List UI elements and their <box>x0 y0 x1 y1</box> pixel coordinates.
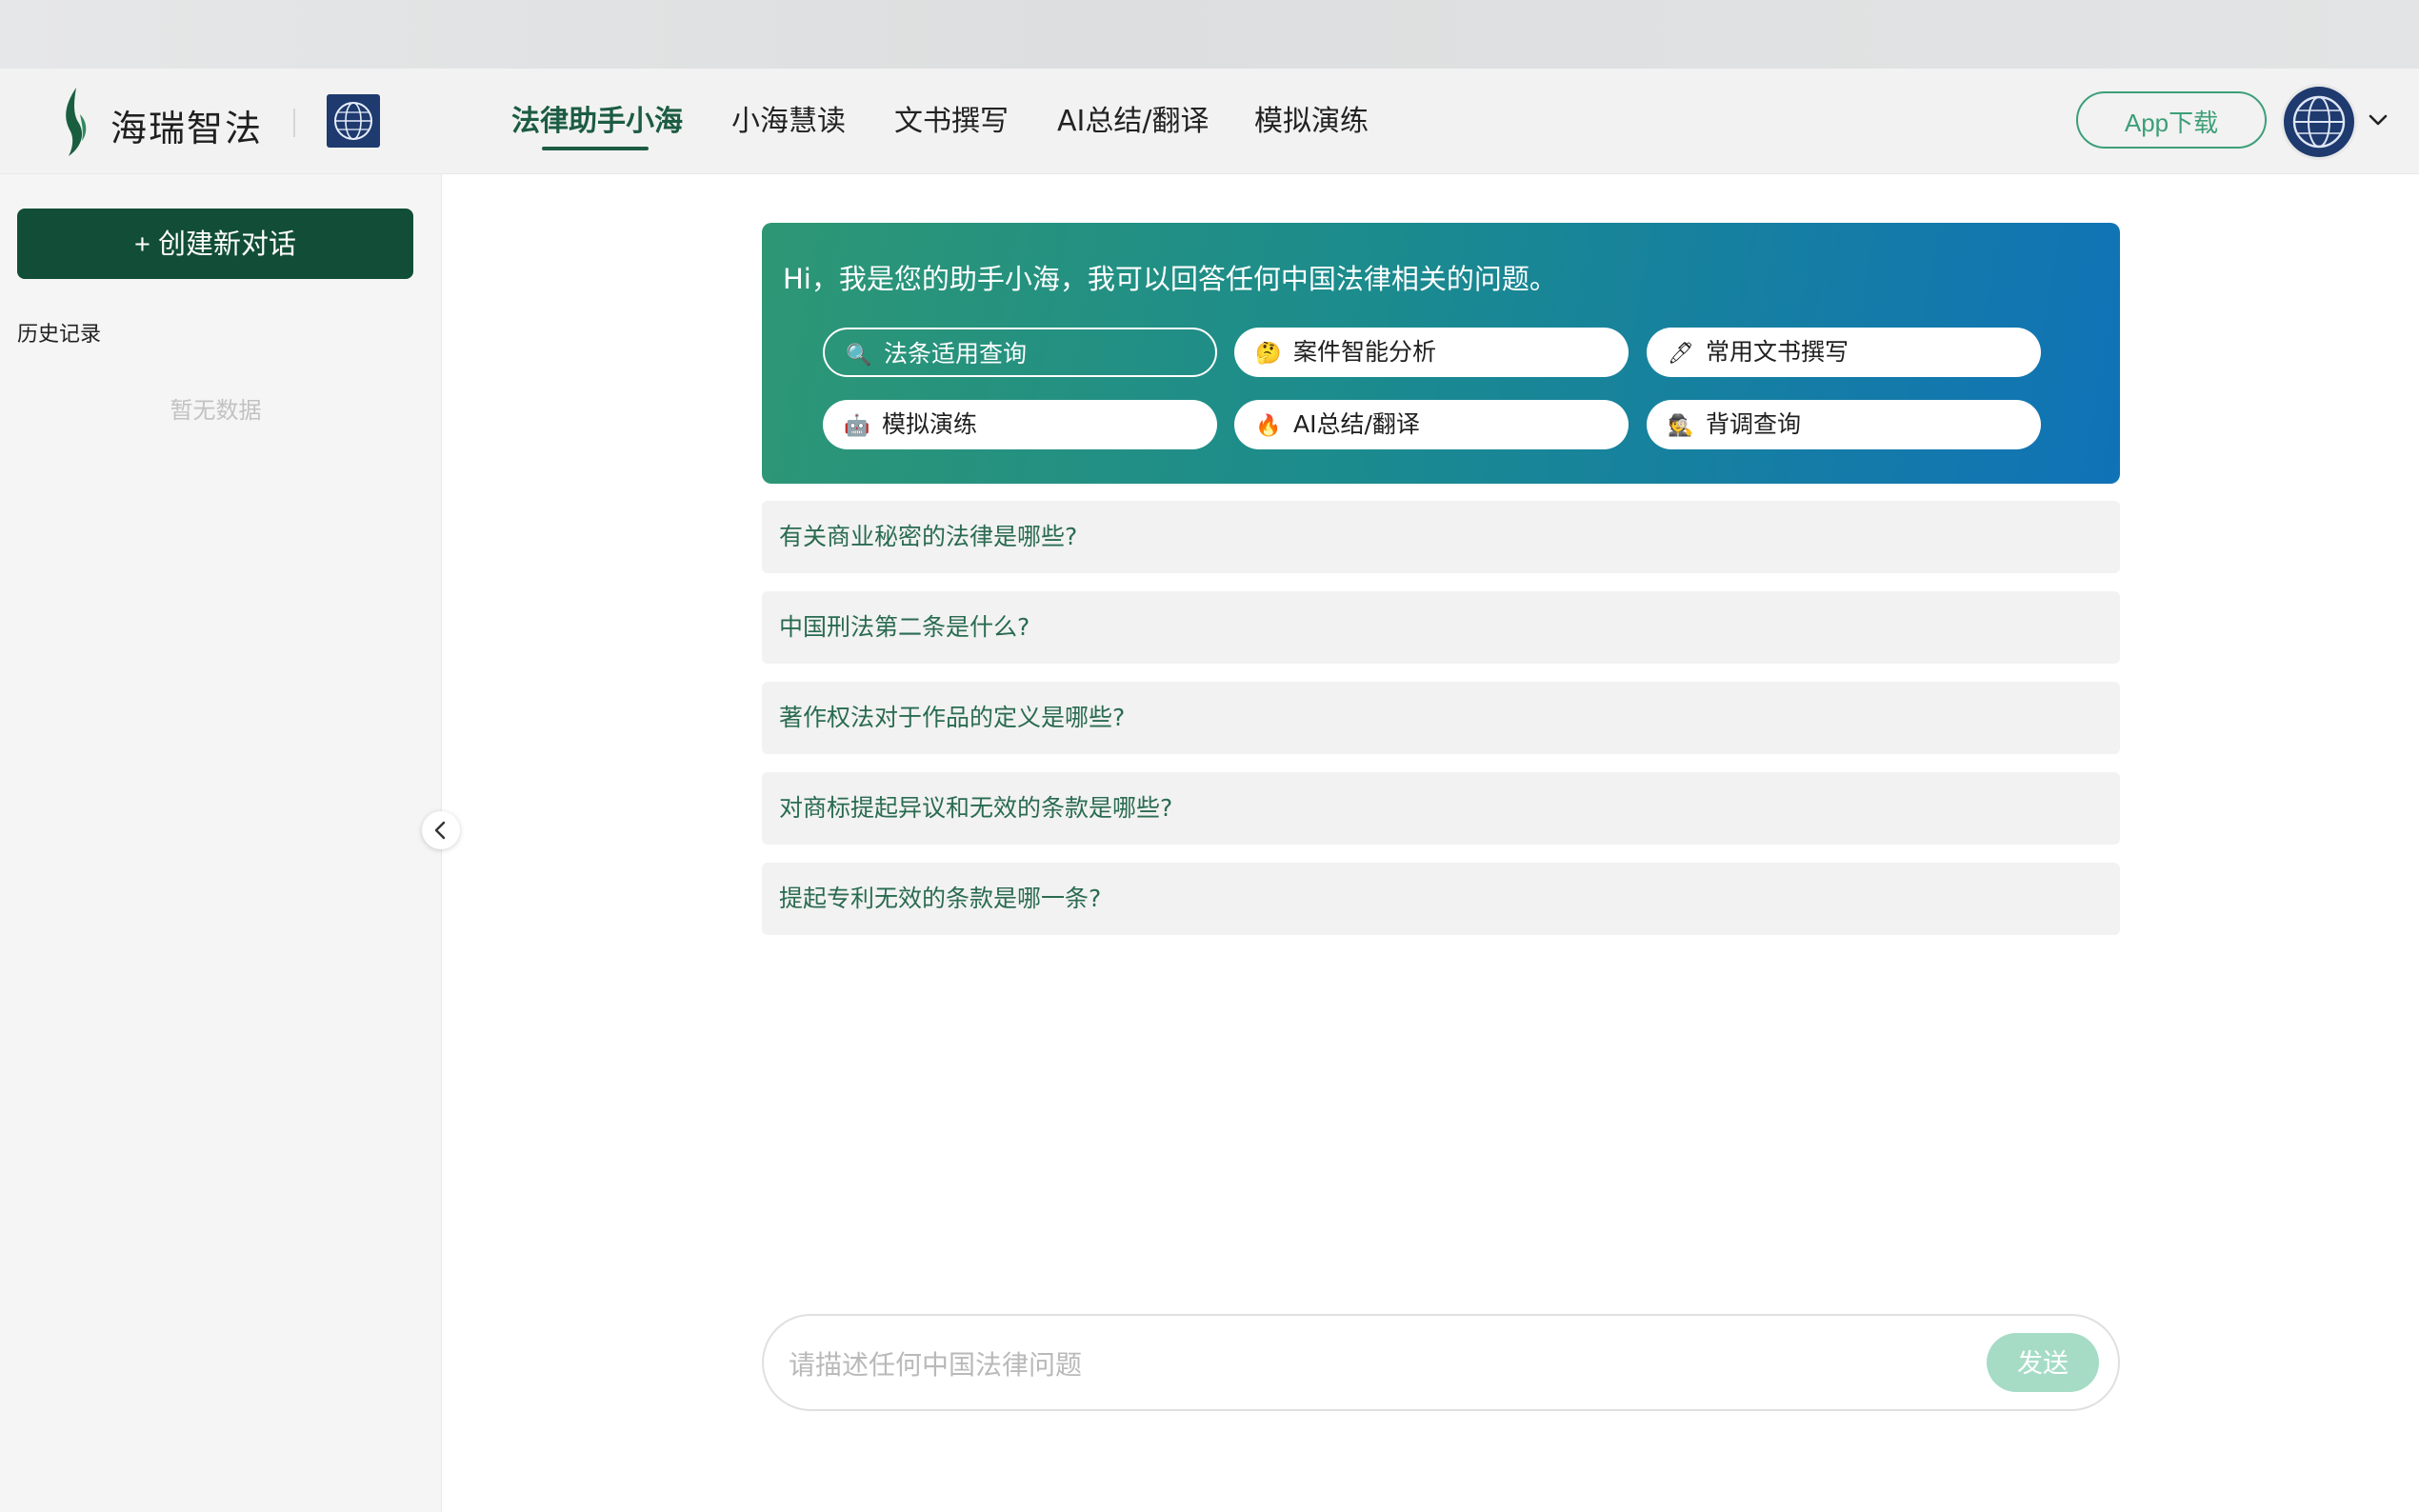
new-chat-button[interactable]: + 创建新对话 <box>17 209 413 279</box>
suggested-question[interactable]: 提起专利无效的条款是哪一条? <box>762 863 2120 935</box>
nav-tab-doc-writing[interactable]: 文书撰写 <box>894 97 1009 139</box>
chip-label: 背调查询 <box>1706 410 1802 438</box>
suggested-question[interactable]: 著作权法对于作品的定义是哪些? <box>762 682 2120 754</box>
chip-simulation[interactable]: 🤖 模拟演练 <box>823 400 1217 449</box>
chip-label: 案件智能分析 <box>1293 338 1437 366</box>
user-avatar[interactable] <box>2284 87 2354 157</box>
chip-label: AI总结/翻译 <box>1293 410 1420 438</box>
header-divider <box>293 109 295 137</box>
app-download-button[interactable]: App下载 <box>2076 91 2267 149</box>
nav-tab-legal-assistant[interactable]: 法律助手小海 <box>511 97 683 139</box>
chip-law-lookup[interactable]: 🔍 法条适用查询 <box>823 328 1217 377</box>
sidebar: + 创建新对话 历史记录 暂无数据 <box>0 174 442 1512</box>
app-header: 海瑞智法 法律助手小海 小海慧读 文书撰写 AI总结/翻译 模拟演练 App下载 <box>0 69 2419 174</box>
send-button[interactable]: 发送 <box>1987 1333 2099 1392</box>
history-empty-text: 暂无数据 <box>170 397 262 424</box>
chip-case-analysis[interactable]: 🤔 案件智能分析 <box>1234 328 1629 377</box>
nav-tab-simulation[interactable]: 模拟演练 <box>1254 97 1369 139</box>
globe-emblem-icon <box>334 102 372 140</box>
chip-doc-writing[interactable]: 🖊 常用文书撰写 <box>1647 328 2041 377</box>
chevron-down-icon[interactable] <box>2368 112 2389 128</box>
suggested-question[interactable]: 对商标提起异议和无效的条款是哪些? <box>762 772 2120 845</box>
fire-icon: 🔥 <box>1255 414 1282 438</box>
detective-icon: 🕵 <box>1668 414 1694 438</box>
chip-background-check[interactable]: 🕵 背调查询 <box>1647 400 2041 449</box>
pen-icon: 🖊 <box>1668 342 1694 366</box>
robot-icon: 🤖 <box>844 414 870 438</box>
question-input[interactable] <box>787 1337 1933 1392</box>
welcome-banner: Hi，我是您的助手小海，我可以回答任何中国法律相关的问题。 🔍 法条适用查询 🤔 案… <box>762 223 2120 484</box>
message-composer: 发送 <box>762 1314 2120 1411</box>
nav-tab-ai-summary[interactable]: AI总结/翻译 <box>1057 97 1209 139</box>
browser-top-strip <box>0 0 2419 69</box>
chevron-left-icon <box>434 821 446 840</box>
greeting-text: Hi，我是您的助手小海，我可以回答任何中国法律相关的问题。 <box>783 263 1557 295</box>
suggested-question[interactable]: 有关商业秘密的法律是哪些? <box>762 501 2120 573</box>
history-title: 历史记录 <box>17 323 102 347</box>
chip-label: 模拟演练 <box>882 410 978 438</box>
magnifier-icon: 🔍 <box>846 344 872 368</box>
nav-active-indicator <box>542 147 649 150</box>
brand-name: 海瑞智法 <box>110 108 264 149</box>
globe-emblem-icon <box>2292 95 2346 149</box>
chip-label: 法条适用查询 <box>884 340 1028 368</box>
chip-ai-summary[interactable]: 🔥 AI总结/翻译 <box>1234 400 1629 449</box>
sidebar-collapse-button[interactable] <box>422 811 460 849</box>
partner-badge <box>327 94 380 148</box>
nav-tab-smart-read[interactable]: 小海慧读 <box>731 97 846 139</box>
chip-label: 常用文书撰写 <box>1706 338 1849 366</box>
suggested-question[interactable]: 中国刑法第二条是什么? <box>762 591 2120 664</box>
brand-logo-icon[interactable] <box>57 86 93 158</box>
thinking-face-icon: 🤔 <box>1255 342 1282 366</box>
